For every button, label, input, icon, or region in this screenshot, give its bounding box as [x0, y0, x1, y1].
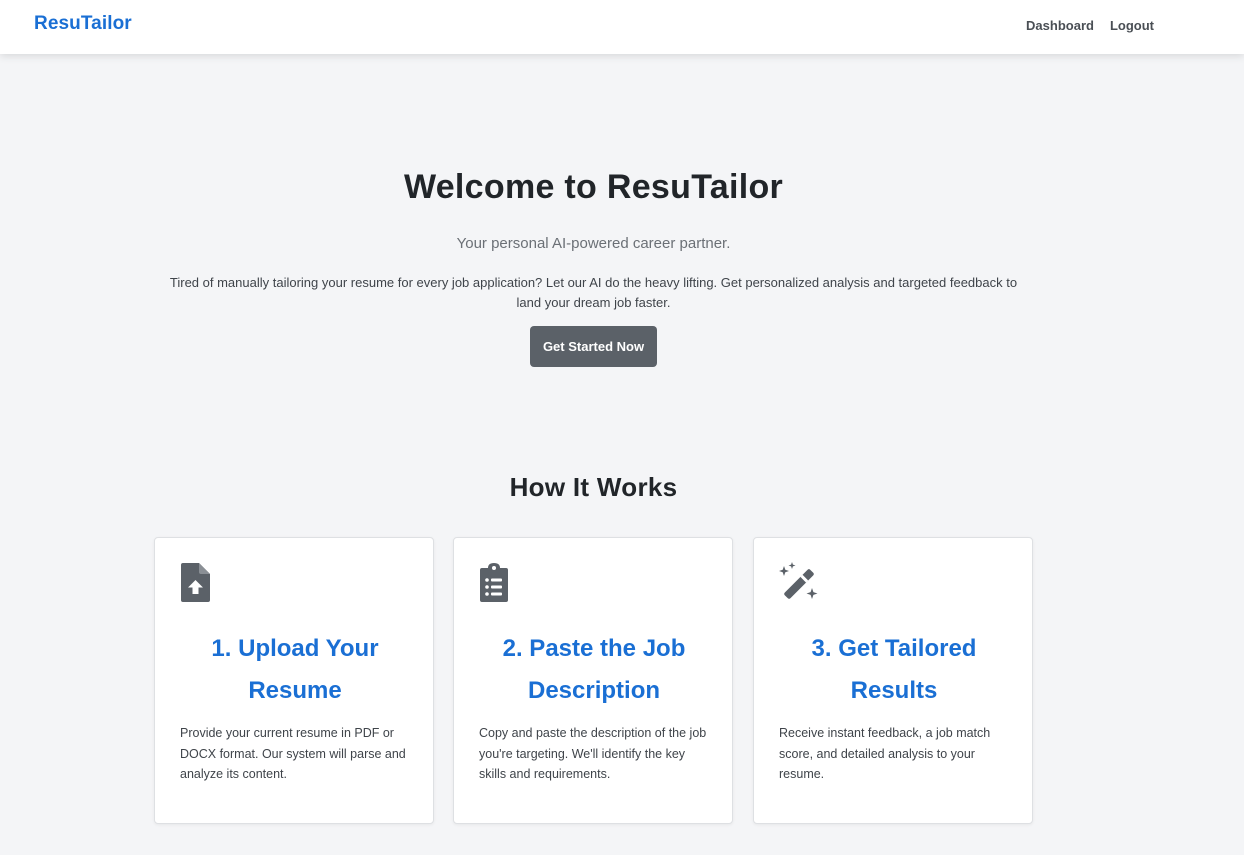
step-description: Copy and paste the description of the jo… [479, 726, 707, 781]
step-card-paste: 2. Paste the Job Description Copy and pa… [453, 537, 733, 824]
get-started-button[interactable]: Get Started Now [530, 326, 657, 367]
nav-links: Dashboard Logout [1010, 18, 1154, 33]
hero-subtitle: Your personal AI-powered career partner. [456, 235, 731, 252]
nav-link-dashboard[interactable]: Dashboard [1026, 18, 1094, 33]
step-description: Provide your current resume in PDF or DO… [180, 726, 406, 781]
step-title: 1. Upload Your Resume [211, 635, 379, 704]
nav-link-logout[interactable]: Logout [1110, 18, 1154, 33]
step-title: 2. Paste the Job Description [502, 635, 686, 704]
step-card-upload: 1. Upload Your Resume Provide your curre… [154, 537, 434, 824]
how-it-works-title: How It Works [509, 472, 678, 502]
step-card-results: 3. Get Tailored Results Receive instant … [753, 537, 1033, 824]
hero-title: Welcome to ResuTailor [403, 168, 784, 206]
magic-wand-icon [779, 562, 818, 602]
hero-description: Tired of manually tailoring your resume … [169, 275, 1018, 310]
step-title: 3. Get Tailored Results [811, 635, 977, 704]
brand-logo[interactable]: ResuTailor [34, 13, 132, 35]
step-description: Receive instant feedback, a job match sc… [779, 726, 991, 781]
navbar: ResuTailor Dashboard Logout [0, 0, 1244, 54]
clipboard-list-icon [479, 562, 513, 602]
file-upload-icon [180, 562, 214, 602]
